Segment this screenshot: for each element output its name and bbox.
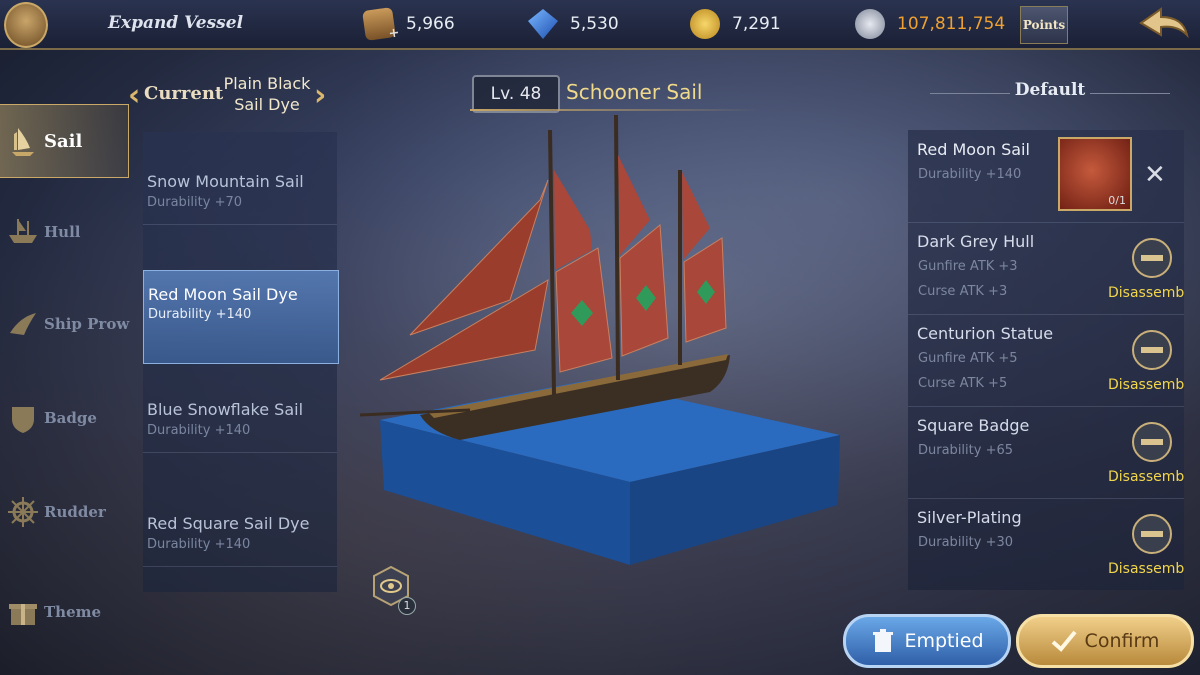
- disassemble-minus-icon[interactable]: [1130, 236, 1174, 280]
- equipped-panel: Red Moon Sail Durability +140 0/1 ✕ Dark…: [908, 130, 1184, 590]
- disassemble-label[interactable]: Disassemble: [1108, 469, 1184, 485]
- silver-value: 107,811,754: [897, 14, 1006, 34]
- sail-list: Snow Mountain Sail Durability +70 Red Mo…: [143, 132, 339, 592]
- gold-coin-icon: [690, 9, 720, 39]
- trash-icon: [873, 629, 894, 652]
- sail-icon: [12, 128, 34, 156]
- emptied-button[interactable]: Emptied: [843, 614, 1011, 668]
- ship-name: Schooner Sail: [566, 80, 703, 104]
- default-header: Default: [930, 80, 1170, 108]
- blue-gem-icon: [528, 9, 558, 39]
- prow-icon: [10, 313, 36, 335]
- gold-resource[interactable]: 7,291: [690, 9, 781, 39]
- confirm-button[interactable]: Confirm: [1016, 614, 1194, 668]
- wood-value: 5,966: [406, 14, 455, 34]
- mast-middle: [614, 114, 620, 381]
- disassemble-minus-icon[interactable]: [1130, 512, 1174, 556]
- disassemble-minus-icon[interactable]: [1130, 420, 1174, 464]
- points-button[interactable]: Points: [1020, 6, 1068, 44]
- sidebar-item-hull[interactable]: Hull: [0, 196, 140, 268]
- current-dye-header: ‹ Current Plain Black Sail Dye ›: [128, 72, 333, 118]
- equipped-item-hull: Dark Grey Hull Gunfire ATK +3 Curse ATK …: [908, 222, 1184, 315]
- wood-crate-icon: +: [362, 7, 400, 42]
- mast-front: [548, 129, 556, 396]
- equipped-item-plating: Silver-Plating Durability +30 Disassembl…: [917, 508, 1184, 577]
- unequip-close-icon[interactable]: ✕: [1144, 160, 1166, 190]
- gold-value: 7,291: [732, 14, 781, 34]
- current-dye-value: Plain Black Sail Dye: [223, 74, 311, 114]
- chevron-left-icon[interactable]: ‹: [128, 78, 140, 113]
- badge-icon: [12, 407, 34, 433]
- eye-count-badge: 1: [398, 597, 416, 615]
- list-item[interactable]: Red Square Sail Dye Durability +140: [143, 474, 337, 567]
- gem-value: 5,530: [570, 14, 619, 34]
- sidebar-item-theme[interactable]: Theme: [0, 576, 140, 648]
- gem-resource[interactable]: 5,530: [528, 9, 619, 39]
- silver-coin-icon: [855, 9, 885, 39]
- list-item[interactable]: Snow Mountain Sail Durability +70: [143, 132, 337, 225]
- disassemble-label[interactable]: Disassemble: [1108, 561, 1184, 577]
- captain-avatar[interactable]: [4, 2, 48, 48]
- equipped-item-prow: Centurion Statue Gunfire ATK +5 Curse AT…: [908, 314, 1184, 407]
- disassemble-label[interactable]: Disassemble: [1108, 285, 1184, 301]
- chevron-right-icon[interactable]: ›: [314, 78, 326, 113]
- equipped-item-sail[interactable]: Red Moon Sail Durability +140 0/1 ✕: [908, 130, 1184, 223]
- equipped-item-badge: Square Badge Durability +65 Disassemble: [908, 406, 1184, 499]
- disassemble-minus-icon[interactable]: [1130, 328, 1174, 372]
- checkmark-icon: [1051, 630, 1077, 652]
- silver-resource[interactable]: 107,811,754: [855, 9, 1005, 39]
- ship-level-badge: Lv. 48: [472, 75, 560, 113]
- wood-resource[interactable]: + 5,966: [362, 7, 455, 42]
- hull-icon: [9, 219, 37, 243]
- ship-preview[interactable]: [350, 110, 850, 580]
- sidebar-item-badge[interactable]: Badge: [0, 382, 140, 454]
- sidebar-item-ship-prow[interactable]: Ship Prow: [0, 288, 140, 360]
- back-arrow-icon[interactable]: [1135, 3, 1193, 43]
- top-bar: Expand Vessel + 5,966 5,530 7,291 107,81…: [0, 0, 1200, 50]
- list-item-selected[interactable]: Red Moon Sail Dye Durability +140: [143, 270, 339, 364]
- rear-topsail: [682, 172, 710, 260]
- sidebar-item-rudder[interactable]: Rudder: [0, 476, 140, 548]
- category-sidebar: Sail Hull Ship Prow Badge Rudder Theme: [0, 100, 140, 660]
- rudder-icon: [8, 497, 38, 527]
- red-moon-sail-thumbnail[interactable]: 0/1: [1058, 137, 1132, 211]
- theme-gift-icon: [9, 604, 37, 625]
- list-item[interactable]: Blue Snowflake Sail Durability +140: [143, 360, 337, 453]
- disassemble-label[interactable]: Disassemble: [1108, 377, 1184, 393]
- page-title: Expand Vessel: [108, 13, 244, 33]
- sidebar-item-sail[interactable]: Sail: [0, 104, 129, 178]
